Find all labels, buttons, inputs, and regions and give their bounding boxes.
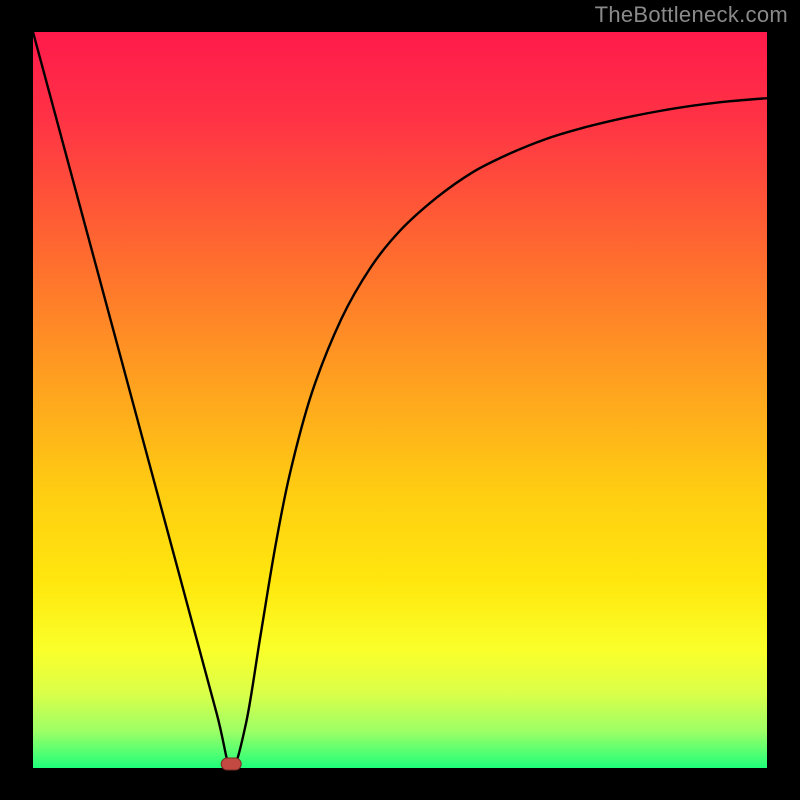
bottleneck-chart (0, 0, 800, 800)
chart-frame: TheBottleneck.com (0, 0, 800, 800)
optimum-marker (221, 758, 241, 770)
plot-area (33, 32, 767, 768)
watermark-text: TheBottleneck.com (595, 2, 788, 28)
